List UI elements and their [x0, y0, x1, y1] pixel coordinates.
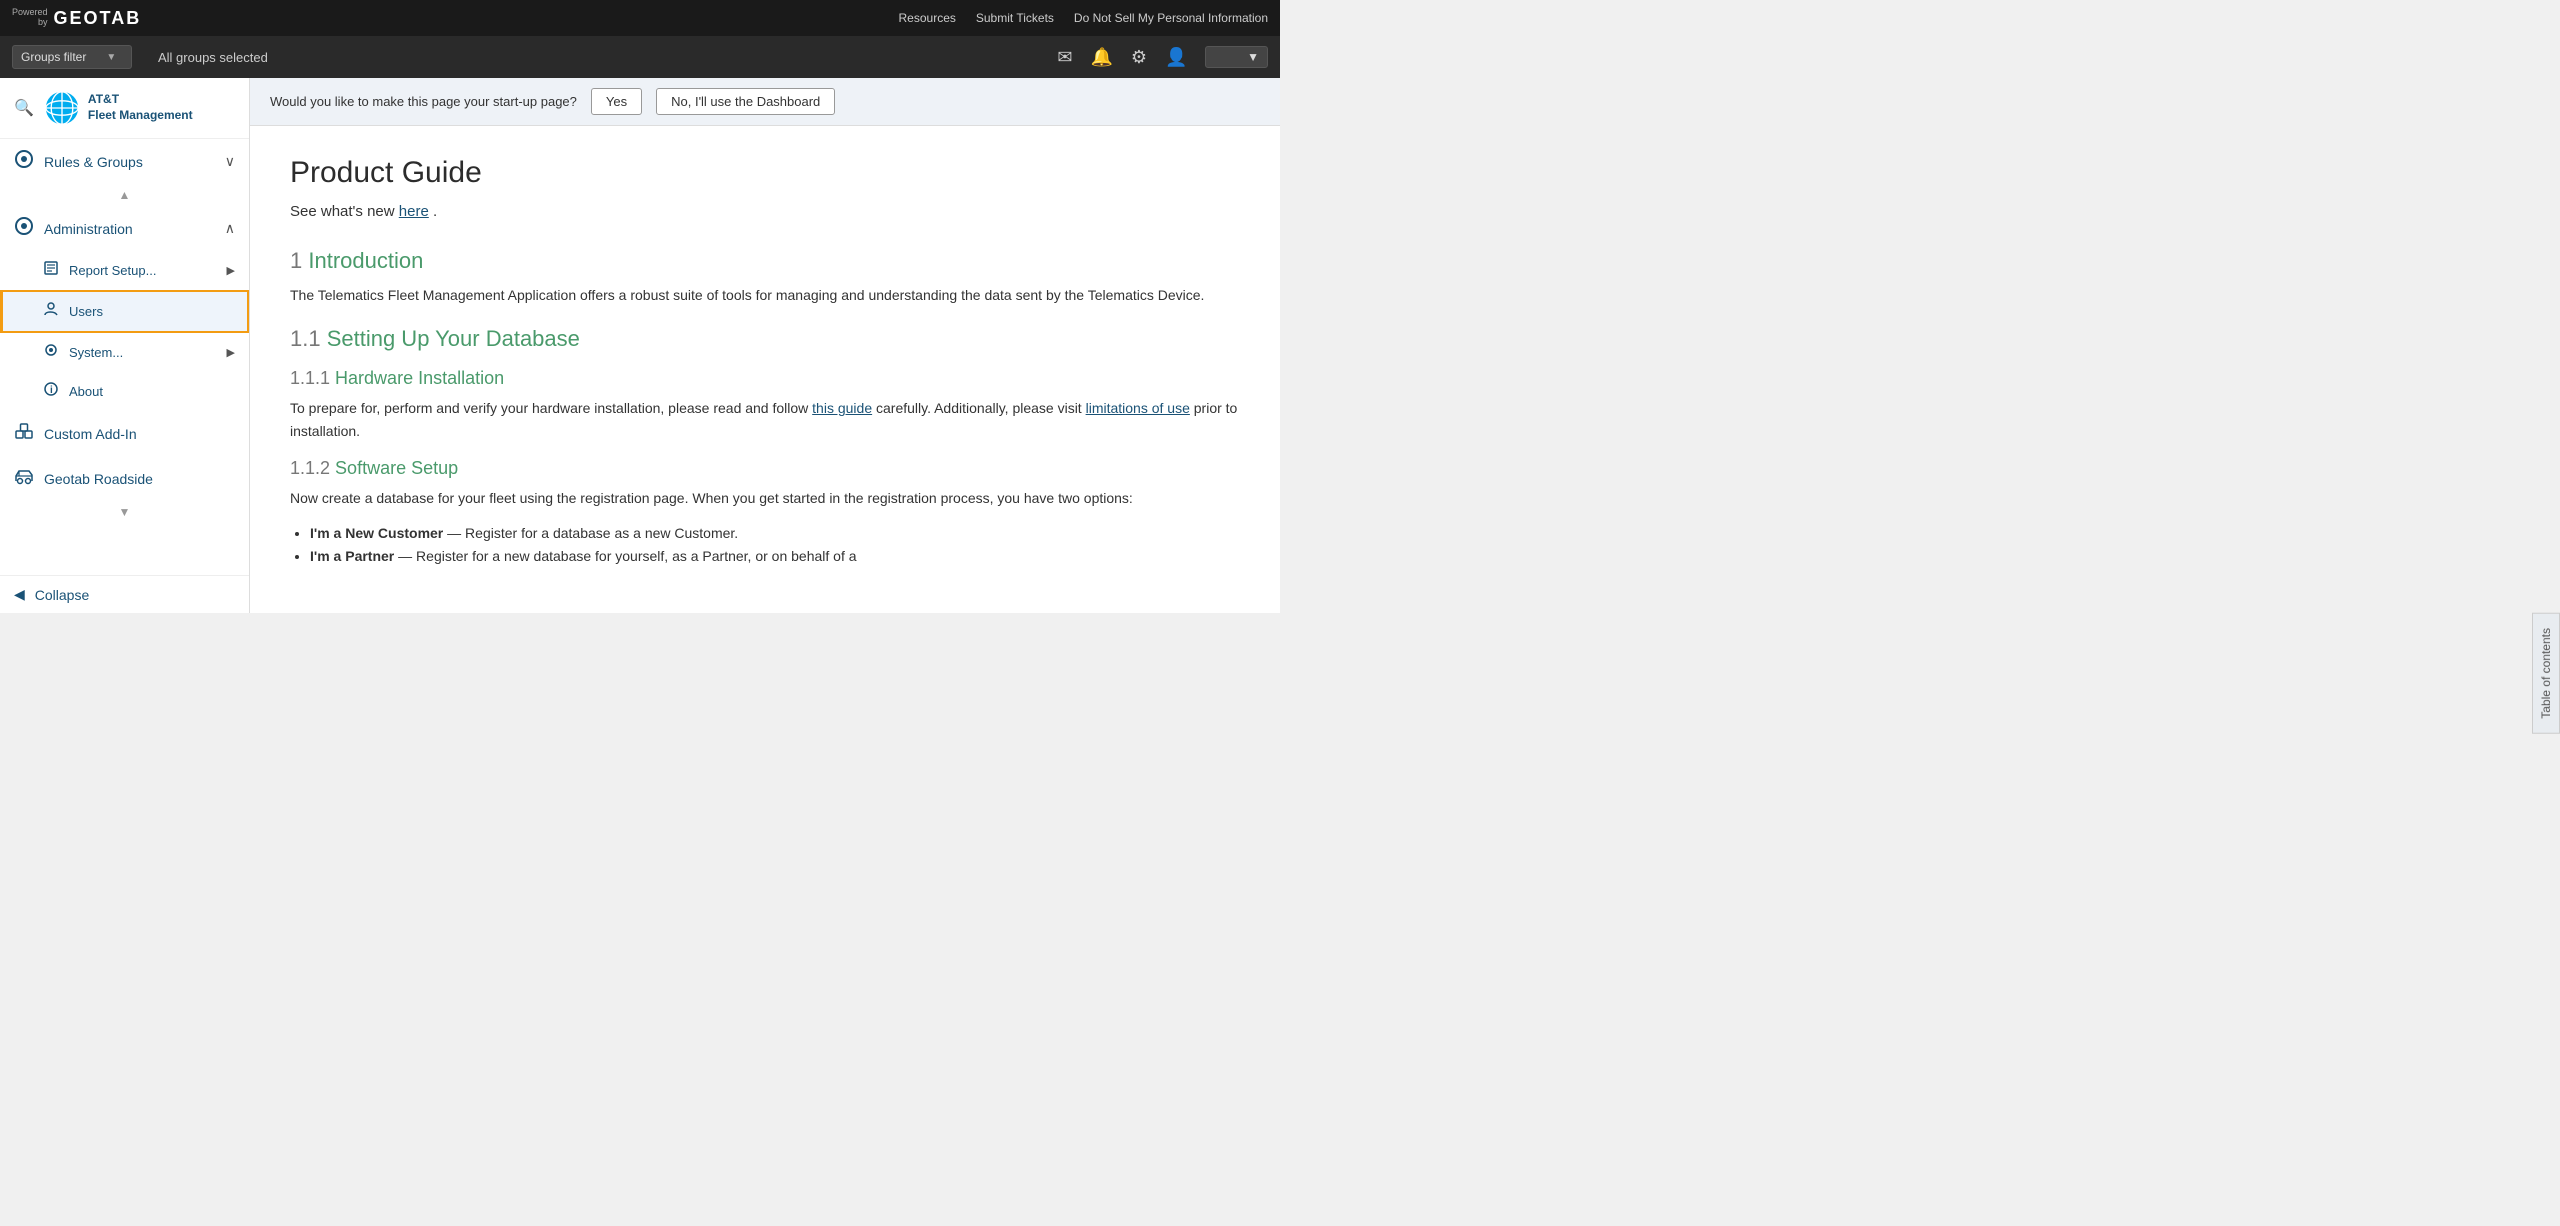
- logo-area: Powered by GEOTAB: [12, 8, 141, 29]
- about-icon: i: [43, 381, 59, 402]
- sidebar-logo: AT&TFleet Management: [44, 90, 193, 126]
- groups-filter-label: Groups filter: [21, 50, 86, 64]
- startup-banner: Would you like to make this page your st…: [250, 78, 1280, 126]
- collapse-label: Collapse: [35, 587, 89, 603]
- sidebar-item-rules-groups[interactable]: Rules & Groups ∨: [0, 139, 249, 184]
- hw-content-pre: To prepare for, perform and verify your …: [290, 400, 812, 416]
- geotab-roadside-icon: [14, 466, 34, 491]
- section-1-1-heading: 1.1 Setting Up Your Database: [290, 326, 1240, 352]
- section-1-heading: 1 Introduction: [290, 248, 1240, 274]
- yes-button[interactable]: Yes: [591, 88, 642, 115]
- partner-text: — Register for a new database for yourse…: [398, 548, 856, 564]
- top-icons-area: ✉ 🔔 ⚙ 👤 ▼: [1057, 46, 1268, 68]
- user-icon[interactable]: 👤: [1165, 47, 1187, 68]
- sidebar-scroll-up: ▲: [0, 184, 249, 206]
- groups-filter-button[interactable]: Groups filter ▼: [12, 45, 132, 69]
- sidebar-item-system[interactable]: System... ▶: [0, 333, 249, 372]
- rules-groups-icon: [14, 149, 34, 174]
- section-1-content: The Telematics Fleet Management Applicat…: [290, 284, 1240, 306]
- top-bar-links: Resources Submit Tickets Do Not Sell My …: [899, 11, 1268, 25]
- sidebar-item-label-custom-add-in: Custom Add-In: [44, 426, 235, 442]
- content-area: Would you like to make this page your st…: [250, 78, 1280, 613]
- list-item-partner: I'm a Partner — Register for a new datab…: [310, 545, 1240, 569]
- sidebar: 🔍 AT&TFleet Management Rules & Groups ∨: [0, 78, 250, 613]
- sidebar-item-label-about: About: [69, 384, 235, 399]
- groups-filter-value: All groups selected: [158, 50, 268, 65]
- resources-link[interactable]: Resources: [899, 11, 956, 25]
- main-layout: 🔍 AT&TFleet Management Rules & Groups ∨: [0, 78, 1280, 613]
- section-1-num: 1: [290, 248, 308, 273]
- users-icon: [43, 301, 59, 322]
- top-bar: Powered by GEOTAB Resources Submit Ticke…: [0, 0, 1280, 36]
- groups-filter-arrow-icon: ▼: [106, 52, 116, 63]
- geotab-logo-text: GEOTAB: [54, 8, 142, 29]
- section-1-1-1-content: To prepare for, perform and verify your …: [290, 397, 1240, 442]
- rules-groups-arrow-icon: ∨: [225, 153, 235, 170]
- new-customer-text: — Register for a database as a new Custo…: [447, 525, 738, 541]
- section-1-title: Introduction: [308, 248, 423, 273]
- section-1-1-1-num: 1.1.1: [290, 368, 335, 388]
- section-1-1-2-content: Now create a database for your fleet usi…: [290, 487, 1240, 509]
- doc-title: Product Guide: [290, 156, 1240, 190]
- do-not-sell-link[interactable]: Do Not Sell My Personal Information: [1074, 11, 1268, 25]
- section-1-1-1-title: Hardware Installation: [335, 368, 504, 388]
- new-customer-bold: I'm a New Customer: [310, 525, 443, 541]
- powered-by-text: Powered by: [12, 8, 48, 28]
- doc-subtitle: See what's new here .: [290, 200, 1240, 224]
- partner-bold: I'm a Partner: [310, 548, 394, 564]
- collapse-button[interactable]: ◀ Collapse: [0, 575, 249, 613]
- document-area: Table of contents Product Guide See what…: [250, 126, 1280, 613]
- svg-text:i: i: [50, 385, 53, 396]
- sidebar-item-administration[interactable]: Administration ∧: [0, 206, 249, 251]
- here-link[interactable]: here: [399, 203, 429, 220]
- section-1-1-2-num: 1.1.2: [290, 458, 335, 478]
- sidebar-scroll-down: ▼: [0, 501, 249, 523]
- sidebar-item-report-setup[interactable]: Report Setup... ▶: [0, 251, 249, 290]
- section-1-1-num: 1.1: [290, 326, 327, 351]
- section-1-1-2-title: Software Setup: [335, 458, 458, 478]
- mail-icon[interactable]: ✉: [1057, 47, 1072, 68]
- section-1-1-2-heading: 1.1.2 Software Setup: [290, 458, 1240, 479]
- second-bar: Groups filter ▼ All groups selected ✉ 🔔 …: [0, 36, 1280, 78]
- submit-tickets-link[interactable]: Submit Tickets: [976, 11, 1054, 25]
- user-dropdown[interactable]: ▼: [1205, 46, 1268, 68]
- sidebar-item-label-geotab-roadside: Geotab Roadside: [44, 471, 235, 487]
- user-name-text: [1214, 50, 1241, 64]
- sidebar-item-custom-add-in[interactable]: Custom Add-In: [0, 411, 249, 456]
- collapse-arrow-icon: ◀: [14, 586, 25, 603]
- system-arrow-icon: ▶: [227, 346, 235, 359]
- subtitle-pre: See what's new: [290, 203, 399, 220]
- this-guide-link[interactable]: this guide: [812, 400, 872, 416]
- user-dropdown-arrow-icon: ▼: [1247, 50, 1259, 64]
- list-item-new-customer: I'm a New Customer — Register for a data…: [310, 522, 1240, 546]
- att-logo-icon: [44, 90, 80, 126]
- custom-add-in-icon: [14, 421, 34, 446]
- sidebar-item-geotab-roadside[interactable]: Geotab Roadside: [0, 456, 249, 501]
- gear-icon[interactable]: ⚙: [1131, 47, 1147, 68]
- subtitle-post: .: [433, 203, 437, 220]
- sidebar-item-about[interactable]: i About: [0, 372, 249, 411]
- sidebar-item-label-users: Users: [69, 304, 233, 319]
- company-name: AT&TFleet Management: [88, 92, 193, 123]
- administration-icon: [14, 216, 34, 241]
- no-dashboard-button[interactable]: No, I'll use the Dashboard: [656, 88, 835, 115]
- sidebar-item-label-report-setup: Report Setup...: [69, 263, 217, 278]
- system-icon: [43, 342, 59, 363]
- section-1-1-title: Setting Up Your Database: [327, 326, 580, 351]
- report-setup-arrow-icon: ▶: [227, 264, 235, 277]
- startup-question: Would you like to make this page your st…: [270, 94, 577, 109]
- hw-content-mid: carefully. Additionally, please visit: [876, 400, 1086, 416]
- search-icon[interactable]: 🔍: [14, 98, 34, 118]
- sidebar-header: 🔍 AT&TFleet Management: [0, 78, 249, 139]
- software-setup-list: I'm a New Customer — Register for a data…: [310, 522, 1240, 570]
- bell-icon[interactable]: 🔔: [1090, 47, 1112, 68]
- limitations-link[interactable]: limitations of use: [1086, 400, 1190, 416]
- sidebar-item-label-administration: Administration: [44, 221, 215, 237]
- sidebar-item-label-rules-groups: Rules & Groups: [44, 154, 215, 170]
- sidebar-item-label-system: System...: [69, 345, 217, 360]
- administration-arrow-icon: ∧: [225, 220, 235, 237]
- sidebar-item-users[interactable]: Users: [0, 290, 249, 333]
- report-setup-icon: [43, 260, 59, 281]
- section-1-1-1-heading: 1.1.1 Hardware Installation: [290, 368, 1240, 389]
